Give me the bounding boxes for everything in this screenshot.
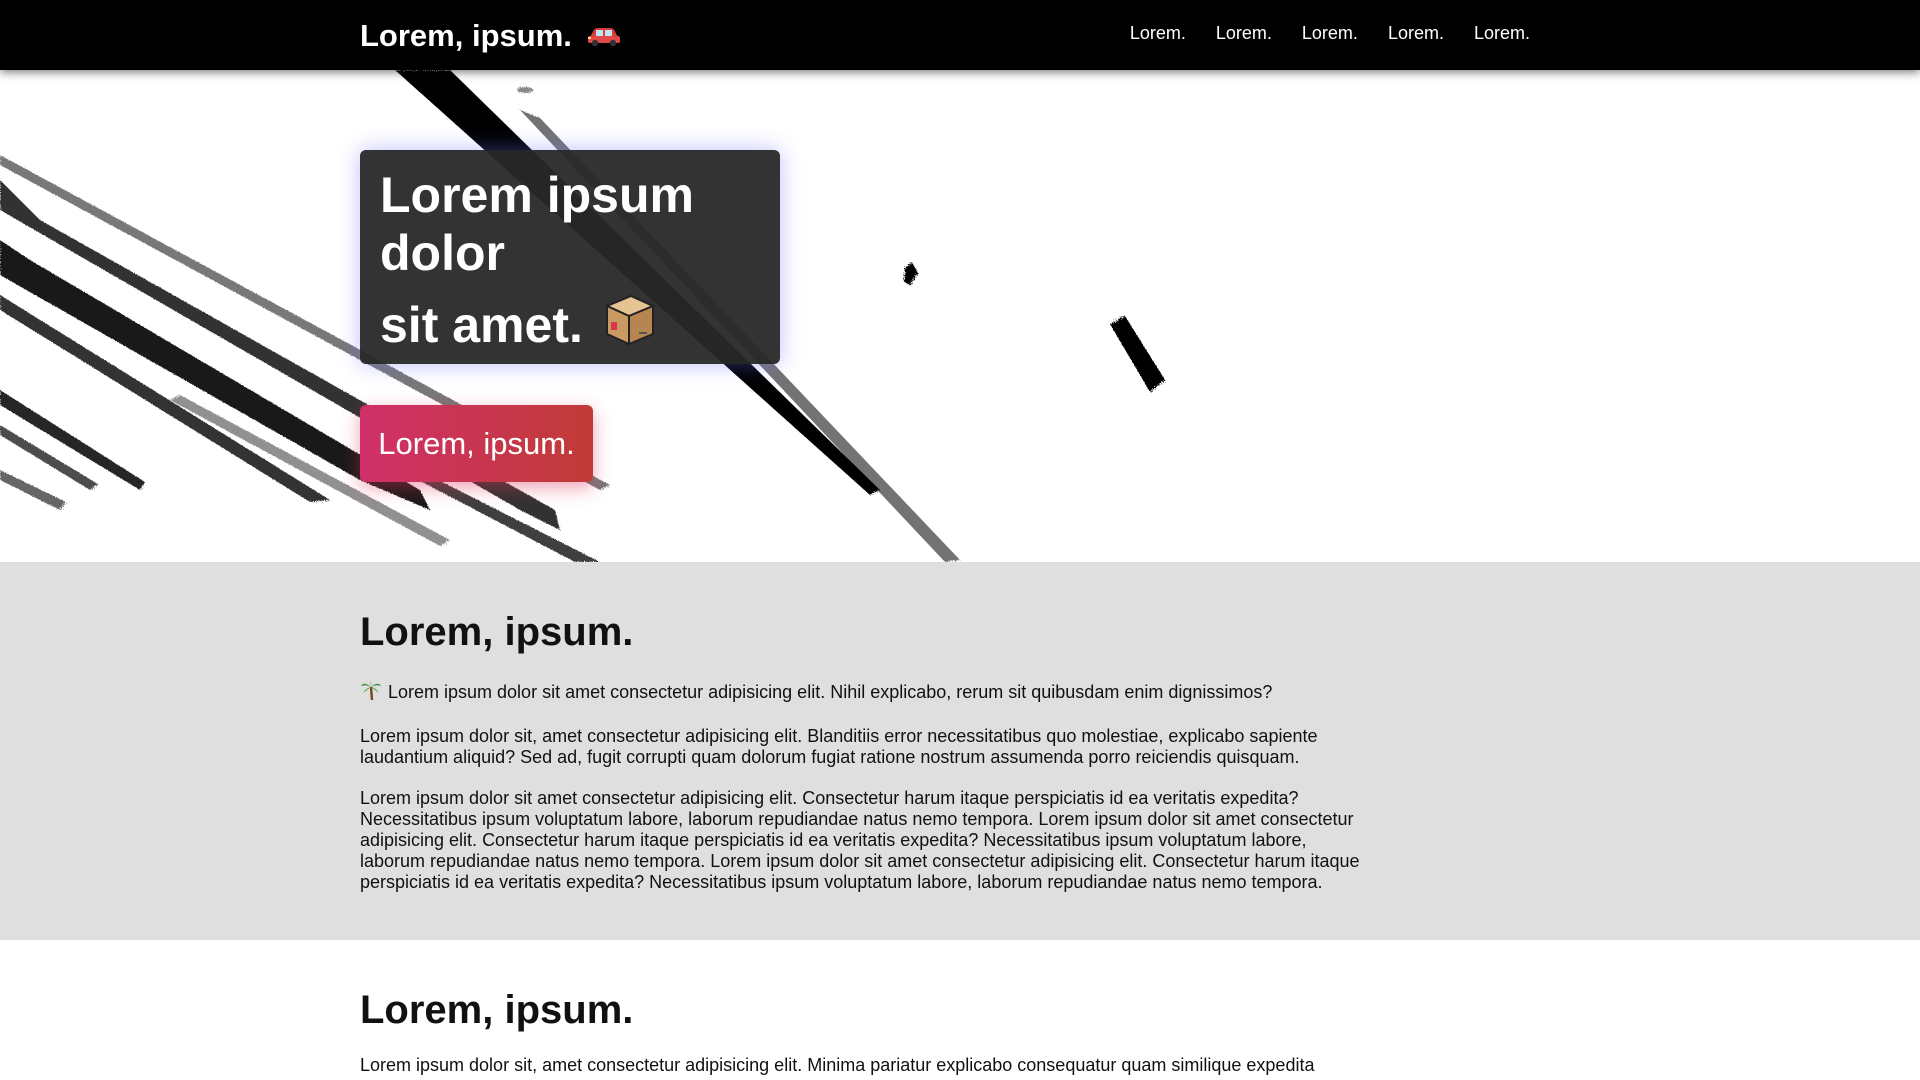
nav-link-1[interactable]: Lorem. bbox=[1130, 23, 1186, 44]
hero-heading-line-1: Lorem ipsum bbox=[380, 167, 694, 223]
second-paragraph-1: Lorem ipsum dolor sit, amet consectetur … bbox=[360, 1055, 1315, 1075]
nav-link-4[interactable]: Lorem. bbox=[1388, 23, 1444, 44]
hero-heading-card: Lorem ipsum dolor sit amet. bbox=[360, 150, 780, 364]
package-icon bbox=[601, 290, 659, 360]
car-icon bbox=[586, 25, 622, 47]
hero-cta-button[interactable]: Lorem, ipsum. bbox=[360, 405, 593, 482]
about-title: Lorem, ipsum. bbox=[360, 610, 634, 654]
about-section: Lorem, ipsum. Lorem ipsum dolor sit amet… bbox=[0, 562, 1920, 940]
about-intro: Lorem ipsum dolor sit amet consectetur a… bbox=[360, 679, 1370, 706]
second-section: Lorem, ipsum. Lorem ipsum dolor sit, ame… bbox=[0, 940, 1920, 1080]
top-navbar: Lorem, ipsum. Lorem. Lorem. Lorem. Lorem… bbox=[0, 0, 1920, 70]
second-title: Lorem, ipsum. bbox=[360, 988, 634, 1032]
about-paragraph-3: Lorem ipsum dolor sit amet consectetur a… bbox=[360, 788, 1360, 892]
brand-logo-link[interactable]: Lorem, ipsum. bbox=[360, 18, 622, 54]
nav-link-5[interactable]: Lorem. bbox=[1474, 23, 1530, 44]
second-content: Lorem, ipsum. Lorem ipsum dolor sit, ame… bbox=[360, 988, 1370, 1076]
about-paragraph-2: Lorem ipsum dolor sit, amet consectetur … bbox=[360, 726, 1318, 767]
brand-label: Lorem, ipsum. bbox=[360, 18, 572, 53]
about-intro-text: Lorem ipsum dolor sit amet consectetur a… bbox=[388, 682, 1273, 702]
nav-link-2[interactable]: Lorem. bbox=[1216, 23, 1272, 44]
nav-link-3[interactable]: Lorem. bbox=[1302, 23, 1358, 44]
hero-section: Lorem ipsum dolor sit amet. Lorem, ipsum… bbox=[0, 70, 1920, 562]
about-content: Lorem, ipsum. Lorem ipsum dolor sit amet… bbox=[360, 610, 1370, 893]
hero-brush-strokes-background bbox=[0, 70, 1165, 562]
palm-tree-icon bbox=[360, 679, 382, 706]
hero-heading-line-3: sit amet. bbox=[380, 297, 583, 353]
hero-heading-line-2: dolor bbox=[380, 225, 505, 281]
nav-menu: Lorem. Lorem. Lorem. Lorem. Lorem. bbox=[1100, 23, 1530, 44]
